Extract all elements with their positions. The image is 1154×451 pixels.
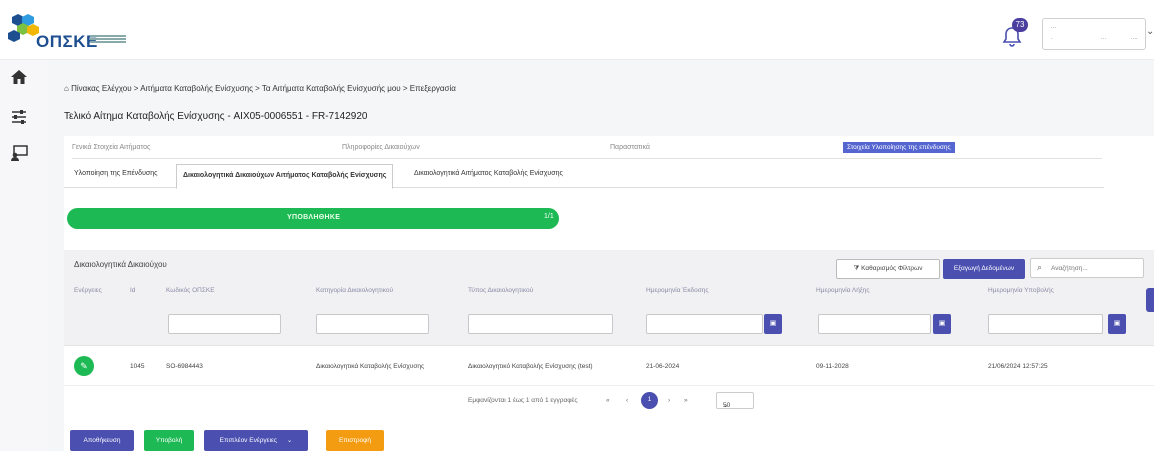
step-implementation[interactable]: Στοιχεία Υλοποίησης της επένδυσης bbox=[843, 142, 955, 153]
search-input[interactable] bbox=[1051, 261, 1139, 275]
user-line-1: ··· bbox=[1051, 25, 1056, 31]
col-issue-date[interactable]: Ημερομηνία Έκδοσης bbox=[646, 287, 709, 294]
opske-logo[interactable]: ΟΠΣΚΕ bbox=[8, 12, 138, 52]
page-button-current[interactable]: 1 bbox=[641, 392, 658, 409]
pager-summary: Εμφανίζονται 1 έως 1 από 1 εγγραφές bbox=[468, 397, 578, 404]
next-page-icon[interactable]: › bbox=[668, 397, 670, 404]
tab-beneficiary-documents[interactable]: Δικαιολογητικά Δικαιούχων Αιτήματος Κατα… bbox=[176, 164, 394, 189]
first-page-icon[interactable]: « bbox=[606, 397, 610, 404]
user-line-2b: ··· bbox=[1101, 36, 1106, 42]
notification-badge: 73 bbox=[1012, 18, 1028, 32]
logo-text: ΟΠΣΚΕ bbox=[36, 32, 98, 51]
column-header-row: Ενέργειες Id Κωδικός ΟΠΣΚΕ Κατηγορία Δικ… bbox=[64, 280, 1154, 302]
filter-type-input[interactable] bbox=[468, 314, 613, 334]
search-box[interactable]: ⌕ bbox=[1030, 258, 1144, 278]
calendar-icon[interactable]: ▣ bbox=[764, 314, 782, 334]
tab-implementation[interactable]: Υλοποίηση της Επένδυσης bbox=[74, 170, 158, 177]
cell-expiry-date: 09-11-2028 bbox=[816, 363, 849, 370]
filter-expiry-date-input[interactable] bbox=[818, 314, 931, 334]
logo-subtitle-graphic bbox=[90, 34, 126, 46]
col-code[interactable]: Κωδικός ΟΠΣΚΕ bbox=[166, 287, 215, 294]
save-button[interactable]: Αποθήκευση bbox=[70, 430, 134, 451]
tab-bar: Υλοποίηση της Επένδυσης Δικαιολογητικά Δ… bbox=[64, 164, 1104, 189]
clear-filters-label: Καθαρισμός Φίλτρων bbox=[861, 265, 923, 272]
clear-filters-button[interactable]: ⧩ Καθαρισμός Φίλτρων bbox=[836, 259, 940, 279]
tab-request-documents[interactable]: Δικαιολογητικά Αιτήματος Καταβολής Ενίσχ… bbox=[414, 170, 563, 177]
col-type[interactable]: Τύπος Δικαιολογητικού bbox=[468, 287, 533, 294]
progress-count: 1/1 bbox=[544, 213, 554, 220]
main-content: ⌂ Πίνακας Ελέγχου > Αιτήματα Καταβολής Ε… bbox=[48, 60, 1154, 451]
col-id[interactable]: Id bbox=[130, 287, 135, 294]
cell-category: Δικαιολογητικά Καταβολής Ενίσχυσης bbox=[316, 363, 425, 370]
filter-icon: ⧩ bbox=[853, 265, 862, 272]
prev-page-icon[interactable]: ‹ bbox=[626, 397, 628, 404]
stepper-divider bbox=[72, 158, 1102, 159]
back-button[interactable]: Επιστροφή bbox=[326, 430, 384, 451]
step-beneficiaries[interactable]: Πληροφορίες Δικαιούχων bbox=[342, 144, 420, 151]
filter-issue-date-input[interactable] bbox=[646, 314, 763, 334]
home-icon[interactable] bbox=[10, 68, 28, 86]
cell-id: 1045 bbox=[130, 363, 145, 370]
per-page-select[interactable]: 50 ⌄ bbox=[716, 392, 754, 409]
col-expiry-date[interactable]: Ημερομηνία Λήξης bbox=[816, 287, 870, 294]
export-button[interactable]: Εξαγωγή Δεδομένων bbox=[943, 259, 1025, 279]
submit-button[interactable]: Υποβολή bbox=[144, 430, 194, 451]
side-panel-toggle[interactable] bbox=[1146, 288, 1154, 312]
user-select[interactable]: ··· · ··· ···· bbox=[1042, 18, 1146, 50]
edit-pencil-icon[interactable]: ✎ bbox=[74, 356, 94, 376]
cell-issue-date: 21-06-2024 bbox=[646, 363, 680, 370]
page-title: Τελικό Αίτημα Καταβολής Ενίσχυσης - AIX0… bbox=[64, 111, 368, 122]
breadcrumb-text[interactable]: Πίνακας Ελέγχου > Αιτήματα Καταβολής Ενί… bbox=[71, 84, 456, 93]
more-actions-label: Επιπλέον Ενέργειες bbox=[219, 437, 278, 444]
progress-label: ΥΠΟΒΛΗΘΗΚΕ bbox=[287, 214, 341, 221]
col-category[interactable]: Κατηγορία Δικαιολογητικού bbox=[316, 287, 393, 294]
step-general[interactable]: Γενικά Στοιχεία Αιτήματος bbox=[72, 144, 150, 151]
filter-category-input[interactable] bbox=[316, 314, 429, 334]
table-row: ✎ 1045 SO-6984443 Δικαιολογητικά Καταβολ… bbox=[64, 346, 1154, 386]
user-line-2a: · bbox=[1051, 36, 1053, 42]
step-documents[interactable]: Παραστατικά bbox=[610, 144, 650, 151]
last-page-icon[interactable]: » bbox=[684, 397, 688, 404]
monitor-user-icon[interactable] bbox=[10, 144, 28, 162]
sliders-icon[interactable] bbox=[10, 108, 28, 126]
col-actions[interactable]: Ενέργειες bbox=[74, 287, 102, 294]
calendar-icon[interactable]: ▣ bbox=[1108, 314, 1126, 334]
cell-code: SO-6984443 bbox=[166, 363, 203, 370]
filter-submit-date-input[interactable] bbox=[988, 314, 1103, 334]
search-icon: ⌕ bbox=[1037, 262, 1043, 272]
stepper: Γενικά Στοιχεία Αιτήματος Πληροφορίες Δι… bbox=[64, 142, 1154, 158]
home-small-icon[interactable]: ⌂ bbox=[64, 84, 69, 93]
column-filter-row: ▣ ▣ ▣ bbox=[64, 302, 1154, 346]
col-submit-date[interactable]: Ημερομηνία Υποβολής bbox=[988, 287, 1054, 294]
user-line-2c: ···· bbox=[1131, 36, 1138, 42]
form-card: Γενικά Στοιχεία Αιτήματος Πληροφορίες Δι… bbox=[64, 136, 1154, 451]
more-actions-button[interactable]: Επιπλέον Ενέργειες ⌄ bbox=[204, 430, 308, 451]
sidebar bbox=[0, 60, 48, 451]
top-bar: ΟΠΣΚΕ 73 ··· · ··· ···· ⌄ bbox=[0, 0, 1154, 60]
breadcrumb[interactable]: ⌂ Πίνακας Ελέγχου > Αιτήματα Καταβολής Ε… bbox=[64, 84, 456, 93]
chevron-down-icon: ⌄ bbox=[723, 402, 729, 409]
filter-code-input[interactable] bbox=[168, 314, 281, 334]
progress-bar: ΥΠΟΒΛΗΘΗΚΕ 1/1 bbox=[67, 208, 559, 229]
cell-type: Δικαιολογητικό Καταβολής Ενίσχυσης (test… bbox=[468, 363, 593, 370]
section-title: Δικαιολογητικά Δικαιούχου bbox=[74, 260, 167, 269]
cell-submit-date: 21/06/2024 12:57:25 bbox=[988, 363, 1048, 370]
calendar-icon[interactable]: ▣ bbox=[933, 314, 951, 334]
chevron-down-icon[interactable]: ⌄ bbox=[1146, 26, 1154, 37]
chevron-down-icon: ⌄ bbox=[286, 437, 293, 444]
